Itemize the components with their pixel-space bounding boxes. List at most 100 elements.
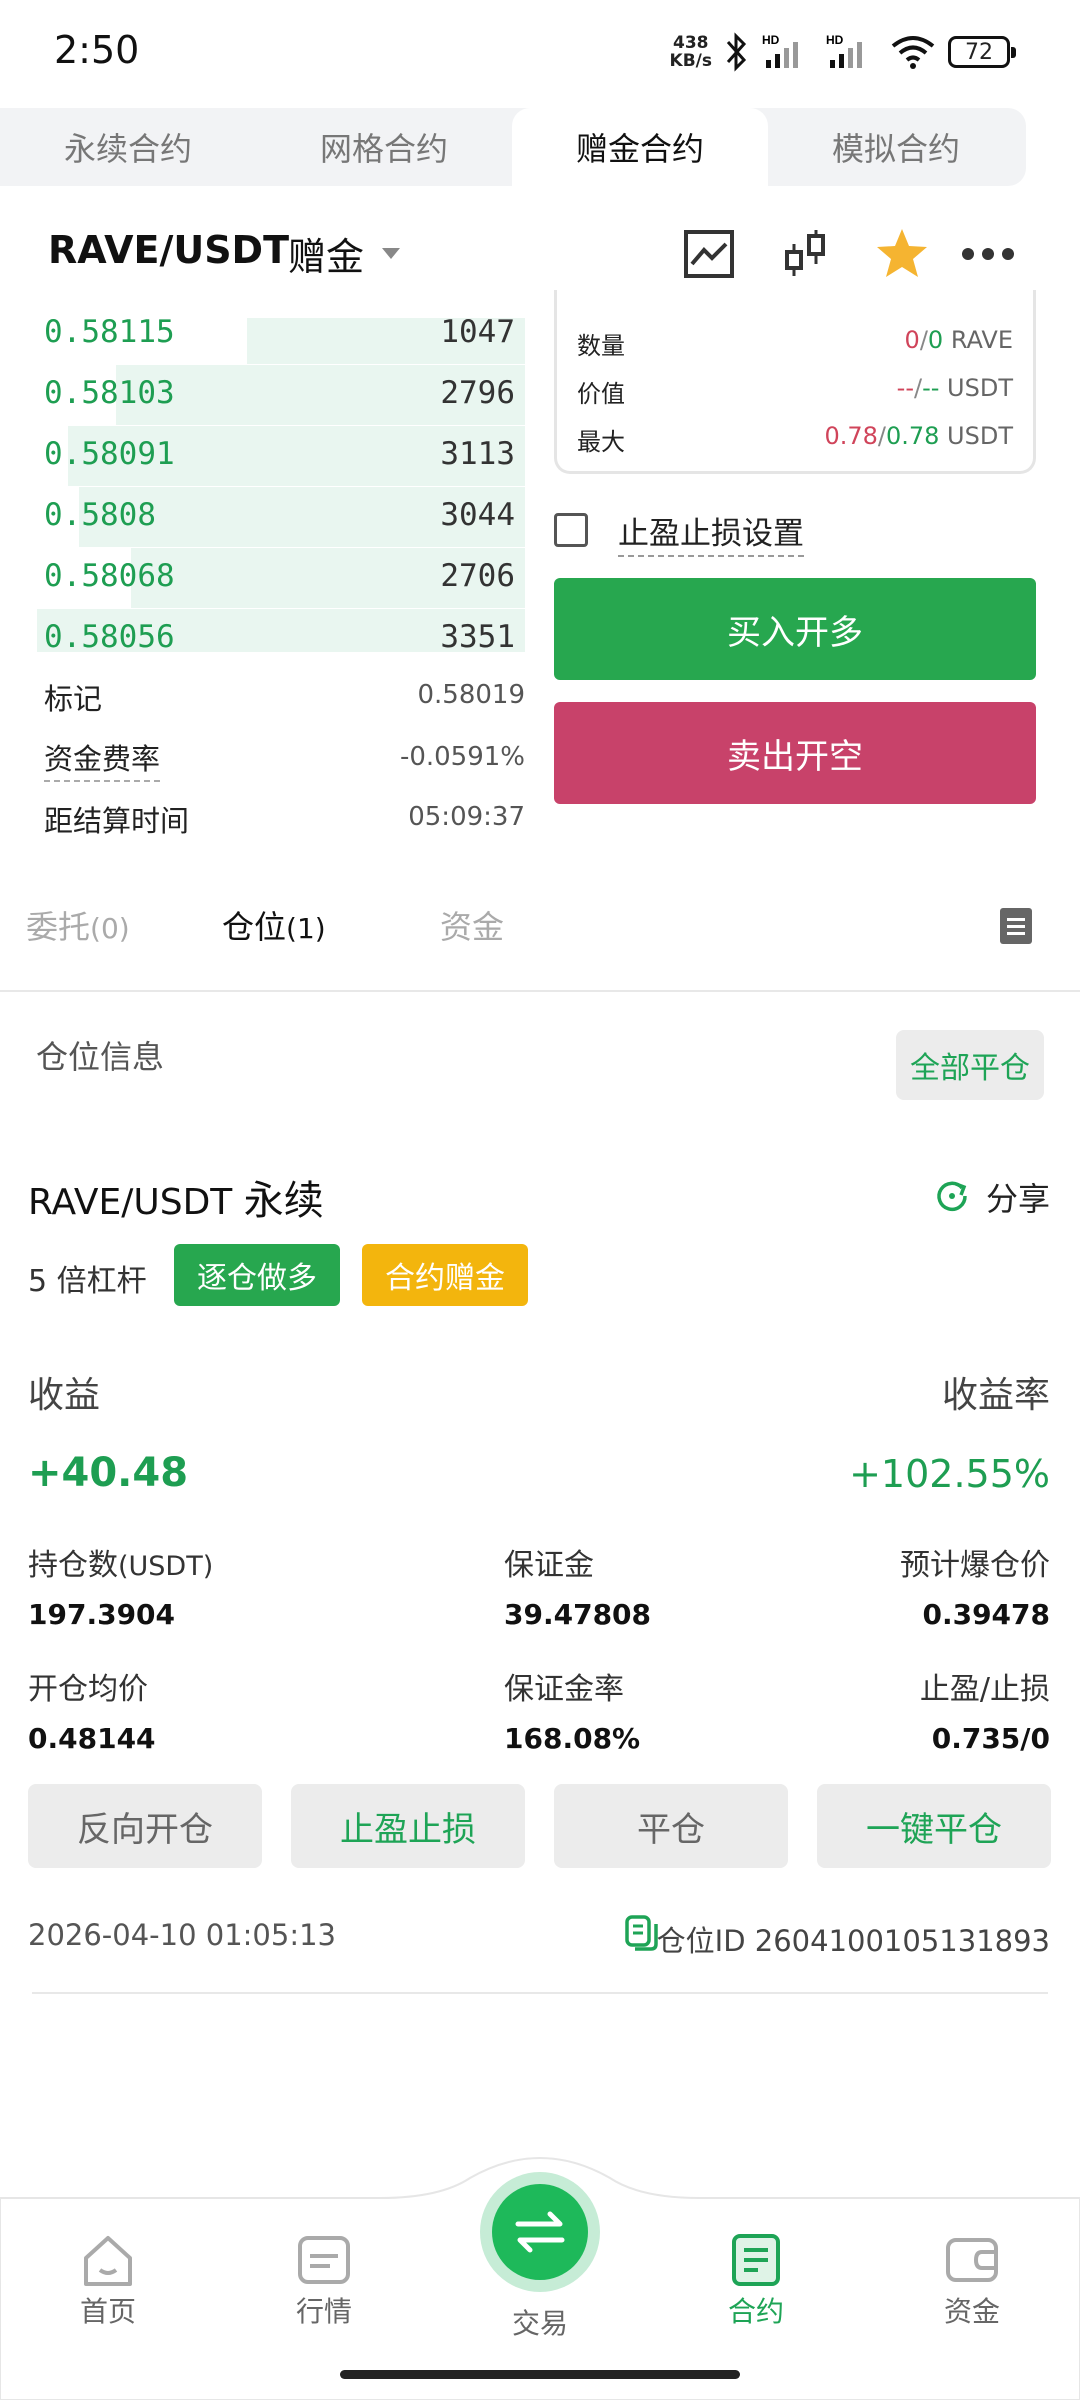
market-icon — [298, 2236, 350, 2284]
chart-icon[interactable] — [682, 226, 738, 282]
close-position-button[interactable]: 平仓 — [554, 1784, 788, 1868]
order-book-price: 0.58056 — [44, 619, 175, 652]
tpsl-button[interactable]: 止盈止损 — [291, 1784, 525, 1868]
max-label: 最大 — [577, 428, 625, 456]
svg-text:HD: HD — [826, 33, 844, 47]
mark-label: 标记 — [44, 682, 103, 716]
liq-price-label: 预计爆仓价 — [900, 1548, 1050, 1583]
pnl-label: 收益 — [28, 1375, 101, 1416]
reverse-open-button[interactable]: 反向开仓 — [28, 1784, 262, 1868]
swap-icon[interactable] — [492, 2184, 588, 2280]
funding-rate-value: -0.0591% — [399, 742, 525, 772]
value-value: --/-- USDT — [896, 374, 1013, 402]
wifi-icon — [891, 36, 935, 69]
max-row: 最大 0.78/0.78 USDT — [577, 422, 1013, 457]
nav-contract-label: 合约 — [727, 2295, 784, 2328]
tpsl-checkbox[interactable] — [554, 513, 588, 547]
order-book-row[interactable]: 0.5808 3044 — [0, 487, 525, 547]
pnl-value: +40.48 — [28, 1450, 189, 1496]
pair-type[interactable]: 赠金 — [288, 226, 364, 281]
contract-icon — [732, 2234, 780, 2286]
order-book: 0.58115 1047 0.58103 2796 0.58091 3113 0.5808 3… — [0, 318, 525, 652]
qty-value: 0/0 RAVE — [904, 326, 1013, 354]
divider — [32, 1992, 1048, 1994]
nav-trade[interactable]: 交易 — [480, 2302, 600, 2342]
order-book-qty: 3351 — [440, 619, 515, 652]
order-book-row[interactable]: 0.58103 2796 — [0, 365, 525, 425]
tpsl-value: 0.735/0 — [931, 1722, 1050, 1755]
roe-value: +102.55% — [849, 1452, 1050, 1496]
tab-grid[interactable]: 网格合约 — [256, 108, 512, 186]
nav-home[interactable]: 首页 — [48, 2230, 168, 2330]
order-book-row[interactable]: 0.58115 1047 — [0, 318, 525, 364]
tab-assets[interactable]: 资金 — [440, 902, 504, 948]
margin-rate-value: 168.08% — [504, 1722, 641, 1755]
order-book-qty: 2796 — [440, 375, 515, 411]
status-time: 2:50 — [54, 28, 140, 72]
pair-title[interactable]: RAVE/USDT — [48, 228, 289, 272]
net-speed: 438 KB/s — [670, 34, 712, 70]
settle-time-label: 距结算时间 — [44, 804, 190, 838]
leverage-label: 5 倍杠杆 — [28, 1264, 147, 1299]
value-row: 价值 --/-- USDT — [577, 374, 1013, 409]
sell-short-button[interactable]: 卖出开空 — [554, 702, 1036, 804]
size-value: 197.3904 — [28, 1598, 176, 1631]
signal-icon: HD — [762, 33, 798, 68]
max-value: 0.78/0.78 USDT — [824, 422, 1013, 450]
copy-icon[interactable] — [624, 1914, 660, 1952]
star-icon[interactable] — [874, 226, 930, 282]
nav-market-label: 行情 — [295, 2295, 352, 2328]
bluetooth-icon — [726, 32, 747, 72]
chevron-down-icon[interactable] — [382, 248, 400, 259]
position-pair[interactable]: RAVE/USDT 永续 — [28, 1168, 324, 1226]
order-summary-card: 数量 0/0 RAVE 价值 --/-- USDT 最大 0.78/0.78 U… — [554, 290, 1036, 474]
more-icon[interactable] — [960, 226, 1016, 282]
candlestick-icon[interactable] — [778, 226, 834, 282]
order-book-qty: 3113 — [440, 436, 515, 472]
tab-orders[interactable]: 委托(0) — [26, 902, 130, 948]
nav-assets[interactable]: 资金 — [912, 2230, 1032, 2330]
tpsl-settings-label[interactable]: 止盈止损设置 — [618, 508, 804, 557]
battery-icon: 72 — [948, 36, 1016, 68]
order-book-price: 0.58091 — [44, 436, 175, 472]
tab-positions[interactable]: 仓位(1) — [222, 902, 326, 948]
nav-assets-label: 资金 — [943, 2295, 1000, 2328]
entry-price-label: 开仓均价 — [28, 1672, 148, 1707]
share-icon[interactable] — [934, 1178, 970, 1214]
nav-market[interactable]: 行情 — [264, 2230, 384, 2330]
order-book-qty: 2706 — [440, 558, 515, 594]
share-label[interactable]: 分享 — [986, 1174, 1050, 1220]
value-label: 价值 — [577, 380, 625, 408]
order-book-row[interactable]: 0.58091 3113 — [0, 426, 525, 486]
position-info-title: 仓位信息 — [36, 1038, 165, 1076]
order-book-qty: 3044 — [440, 497, 515, 533]
order-book-price: 0.58103 — [44, 375, 175, 411]
tab-perpetual[interactable]: 永续合约 — [0, 108, 256, 186]
document-icon[interactable] — [998, 906, 1034, 946]
nav-trade-label: 交易 — [511, 2307, 568, 2340]
status-icons: 438 KB/s HD HD 72 — [670, 32, 1016, 72]
order-book-qty: 1047 — [440, 318, 515, 350]
nav-home-label: 首页 — [79, 2295, 136, 2328]
liq-price-value: 0.39478 — [922, 1598, 1050, 1631]
size-label: 持仓数(USDT) — [28, 1548, 214, 1583]
close-all-button[interactable]: 全部平仓 — [896, 1030, 1044, 1100]
tpsl-label: 止盈/止损 — [919, 1672, 1050, 1707]
margin-rate-label: 保证金率 — [504, 1672, 624, 1707]
order-book-row[interactable]: 0.58056 3351 — [0, 609, 525, 652]
nav-contract[interactable]: 合约 — [696, 2230, 816, 2330]
entry-price-value: 0.48144 — [28, 1722, 156, 1755]
wallet-icon — [946, 2238, 998, 2282]
qty-row: 数量 0/0 RAVE — [577, 326, 1013, 361]
qty-label: 数量 — [577, 332, 625, 360]
funding-rate-label[interactable]: 资金费率 — [44, 736, 161, 782]
tab-bonus[interactable]: 赠金合约 — [512, 108, 768, 186]
badge-contract-bonus: 合约赠金 — [362, 1244, 528, 1306]
order-book-row[interactable]: 0.58068 2706 — [0, 548, 525, 608]
one-click-close-button[interactable]: 一键平仓 — [817, 1784, 1051, 1868]
net-speed-value: 438 — [673, 33, 709, 53]
buy-long-button[interactable]: 买入开多 — [554, 578, 1036, 680]
roe-label: 收益率 — [941, 1375, 1050, 1416]
order-book-price: 0.58115 — [44, 318, 175, 350]
tab-demo[interactable]: 模拟合约 — [768, 108, 1024, 186]
